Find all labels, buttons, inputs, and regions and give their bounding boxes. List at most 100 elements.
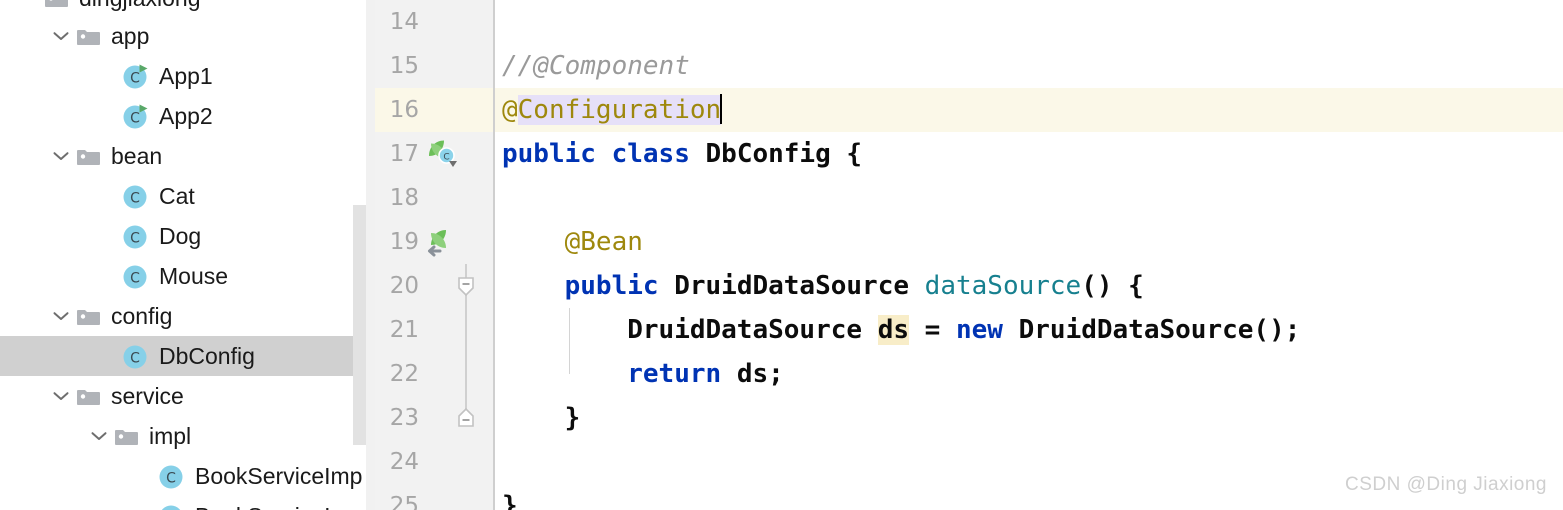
tree-item-label: config bbox=[111, 303, 173, 329]
spring-bean-class-icon[interactable]: C bbox=[423, 132, 463, 176]
svg-text:C: C bbox=[443, 153, 449, 163]
text-caret bbox=[720, 94, 723, 124]
tree-item-impl[interactable]: impl bbox=[0, 416, 366, 456]
indent-guide bbox=[569, 352, 570, 374]
ide-window: dingjiaxiong app C App1 C App2 bbox=[0, 0, 1563, 510]
return-type-token: DruidDataSource bbox=[674, 271, 910, 301]
tree-item-app2[interactable]: C App2 bbox=[0, 96, 366, 136]
tree-item-label: BookServiceImp bbox=[195, 463, 363, 489]
class-icon: C bbox=[122, 256, 152, 296]
method-tail-token: () { bbox=[1081, 271, 1144, 301]
code-editor[interactable]: 14 15 //@Component 16 @Configuration 17 … bbox=[375, 0, 1563, 510]
tree-item-cat[interactable]: C Cat bbox=[0, 176, 366, 216]
editor-line[interactable]: 15 //@Component bbox=[375, 44, 1563, 88]
editor-line-code[interactable]: public class DbConfig { bbox=[493, 132, 1563, 176]
project-tree-panel[interactable]: dingjiaxiong app C App1 C App2 bbox=[0, 0, 375, 510]
editor-line-code[interactable]: @Bean bbox=[493, 220, 1563, 264]
editor-line-code[interactable] bbox=[493, 176, 1563, 220]
tree-item-mouse[interactable]: C Mouse bbox=[0, 256, 366, 296]
line-number: 22 bbox=[389, 361, 419, 387]
editor-gutter[interactable]: 23 bbox=[375, 396, 493, 440]
chevron-down-icon[interactable] bbox=[48, 376, 74, 416]
code-fold-collapse-icon[interactable] bbox=[453, 396, 479, 440]
class-icon: C bbox=[158, 496, 188, 510]
editor-line-code[interactable]: //@Component bbox=[493, 44, 1563, 88]
editor-line-code[interactable] bbox=[493, 0, 1563, 44]
editor-line-code[interactable]: public DruidDataSource dataSource() { bbox=[493, 264, 1563, 308]
annotation-at-token: @ bbox=[502, 95, 518, 125]
svg-text:C: C bbox=[166, 471, 176, 487]
chevron-down-icon[interactable] bbox=[48, 296, 74, 336]
editor-line[interactable]: 22 return ds; bbox=[375, 352, 1563, 396]
tree-item-bookserviceimpl[interactable]: C BookServiceImp bbox=[0, 456, 366, 496]
chevron-down-icon[interactable] bbox=[86, 416, 112, 456]
editor-line[interactable]: 18 bbox=[375, 176, 1563, 220]
editor-line[interactable]: 21 DruidDataSource ds = new DruidDataSou… bbox=[375, 308, 1563, 352]
gutter-icon-slot bbox=[423, 88, 463, 132]
tree-item-bookserviceimpl-2[interactable]: C BookServiceImp bbox=[0, 496, 366, 510]
line-number: 20 bbox=[389, 273, 419, 299]
editor-gutter[interactable]: 14 bbox=[375, 0, 493, 44]
svg-text:C: C bbox=[130, 191, 140, 207]
editor-gutter[interactable]: 17 C bbox=[375, 132, 493, 176]
tree-item-bean[interactable]: bean bbox=[0, 136, 366, 176]
editor-line-code[interactable]: DruidDataSource ds = new DruidDataSource… bbox=[493, 308, 1563, 352]
tree-item-dbconfig[interactable]: C DbConfig bbox=[0, 336, 375, 376]
editor-gutter[interactable]: 21 bbox=[375, 308, 493, 352]
editor-gutter[interactable]: 22 bbox=[375, 352, 493, 396]
line-number: 24 bbox=[389, 449, 419, 475]
editor-gutter[interactable]: 15 bbox=[375, 44, 493, 88]
editor-gutter[interactable]: 19 bbox=[375, 220, 493, 264]
editor-line[interactable]: 20 public DruidDataSource dataSource() { bbox=[375, 264, 1563, 308]
editor-line-code[interactable] bbox=[493, 440, 1563, 484]
class-runnable-icon: C bbox=[122, 96, 152, 136]
tree-item-service[interactable]: service bbox=[0, 376, 366, 416]
editor-gutter[interactable]: 20 bbox=[375, 264, 493, 308]
vertical-scrollbar-thumb[interactable] bbox=[353, 205, 366, 445]
tree-item-app[interactable]: app bbox=[0, 16, 366, 56]
code-fold-collapse-icon[interactable] bbox=[453, 264, 479, 308]
gutter-icon-slot bbox=[423, 0, 463, 44]
spring-bean-method-icon[interactable] bbox=[423, 220, 463, 264]
closing-brace-token: } bbox=[564, 403, 581, 433]
editor-line-code[interactable]: } bbox=[493, 396, 1563, 440]
keyword-public: public bbox=[502, 139, 596, 169]
editor-line[interactable]: 17 C public class DbConfig { bbox=[375, 132, 1563, 176]
folder-icon bbox=[74, 136, 104, 176]
brace-token: { bbox=[846, 139, 863, 169]
annotation-name-token-selected: Configuration bbox=[517, 95, 722, 125]
svg-text:C: C bbox=[130, 111, 140, 127]
keyword-public: public bbox=[564, 271, 659, 301]
editor-gutter[interactable]: 25 bbox=[375, 484, 493, 510]
closing-brace-token: } bbox=[502, 491, 518, 510]
class-name-token: DbConfig bbox=[705, 139, 831, 169]
line-number: 14 bbox=[389, 9, 419, 35]
folder-icon bbox=[74, 376, 104, 416]
line-number: 25 bbox=[389, 493, 419, 510]
bean-annotation-token: @Bean bbox=[564, 227, 643, 257]
editor-line[interactable]: 14 bbox=[375, 0, 1563, 44]
tree-item-config[interactable]: config bbox=[0, 296, 366, 336]
editor-line[interactable]: 19 @Bean bbox=[375, 220, 1563, 264]
editor-line-current[interactable]: 16 @Configuration bbox=[375, 88, 1563, 132]
editor-line-code[interactable]: } bbox=[493, 484, 1563, 510]
chevron-down-icon[interactable] bbox=[48, 16, 74, 56]
line-number: 16 bbox=[389, 97, 419, 123]
editor-line[interactable]: 25 } bbox=[375, 484, 1563, 510]
editor-line[interactable]: 23 } bbox=[375, 396, 1563, 440]
fold-guide-line bbox=[453, 352, 479, 396]
gutter-icon-slot bbox=[423, 440, 463, 484]
editor-gutter[interactable]: 24 bbox=[375, 440, 493, 484]
folder-icon bbox=[74, 296, 104, 336]
class-icon: C bbox=[158, 456, 188, 496]
tree-item-app1[interactable]: C App1 bbox=[0, 56, 366, 96]
editor-line[interactable]: 24 bbox=[375, 440, 1563, 484]
editor-line-code[interactable]: return ds; bbox=[493, 352, 1563, 396]
editor-gutter[interactable]: 16 bbox=[375, 88, 493, 132]
line-number: 17 bbox=[389, 141, 419, 167]
editor-gutter[interactable]: 18 bbox=[375, 176, 493, 220]
gutter-icon-slot bbox=[423, 44, 463, 88]
tree-item-dog[interactable]: C Dog bbox=[0, 216, 366, 256]
chevron-down-icon[interactable] bbox=[48, 136, 74, 176]
editor-line-code[interactable]: @Configuration bbox=[493, 88, 1563, 132]
